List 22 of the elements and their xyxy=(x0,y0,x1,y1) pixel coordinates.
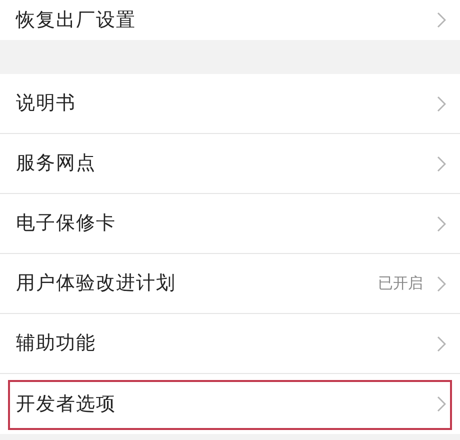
row-label: 用户体验改进计划 xyxy=(16,271,177,296)
chevron-icon xyxy=(437,276,446,292)
settings-row[interactable]: 说明书 xyxy=(0,74,460,134)
chevron-icon xyxy=(437,336,446,352)
row-label: 服务网点 xyxy=(16,151,97,176)
chevron-icon xyxy=(437,216,446,232)
settings-row[interactable]: 用户体验改进计划 已开启 xyxy=(0,254,460,314)
row-value: 已开启 xyxy=(378,273,423,294)
row-label: 恢复出厂设置 xyxy=(16,8,137,33)
settings-row[interactable]: 开发者选项 xyxy=(0,374,460,434)
row-label: 辅助功能 xyxy=(16,331,97,356)
chevron-icon xyxy=(437,12,446,28)
settings-row[interactable]: 电子保修卡 xyxy=(0,194,460,254)
row-label: 开发者选项 xyxy=(16,392,117,417)
settings-row[interactable]: 辅助功能 xyxy=(0,314,460,374)
settings-row[interactable]: 恢复出厂设置 xyxy=(0,0,460,40)
chevron-icon xyxy=(437,156,446,172)
row-label: 电子保修卡 xyxy=(16,211,117,236)
chevron-icon xyxy=(437,96,446,112)
settings-row[interactable]: 服务网点 xyxy=(0,134,460,194)
row-label: 说明书 xyxy=(16,91,77,116)
chevron-icon xyxy=(437,396,446,412)
